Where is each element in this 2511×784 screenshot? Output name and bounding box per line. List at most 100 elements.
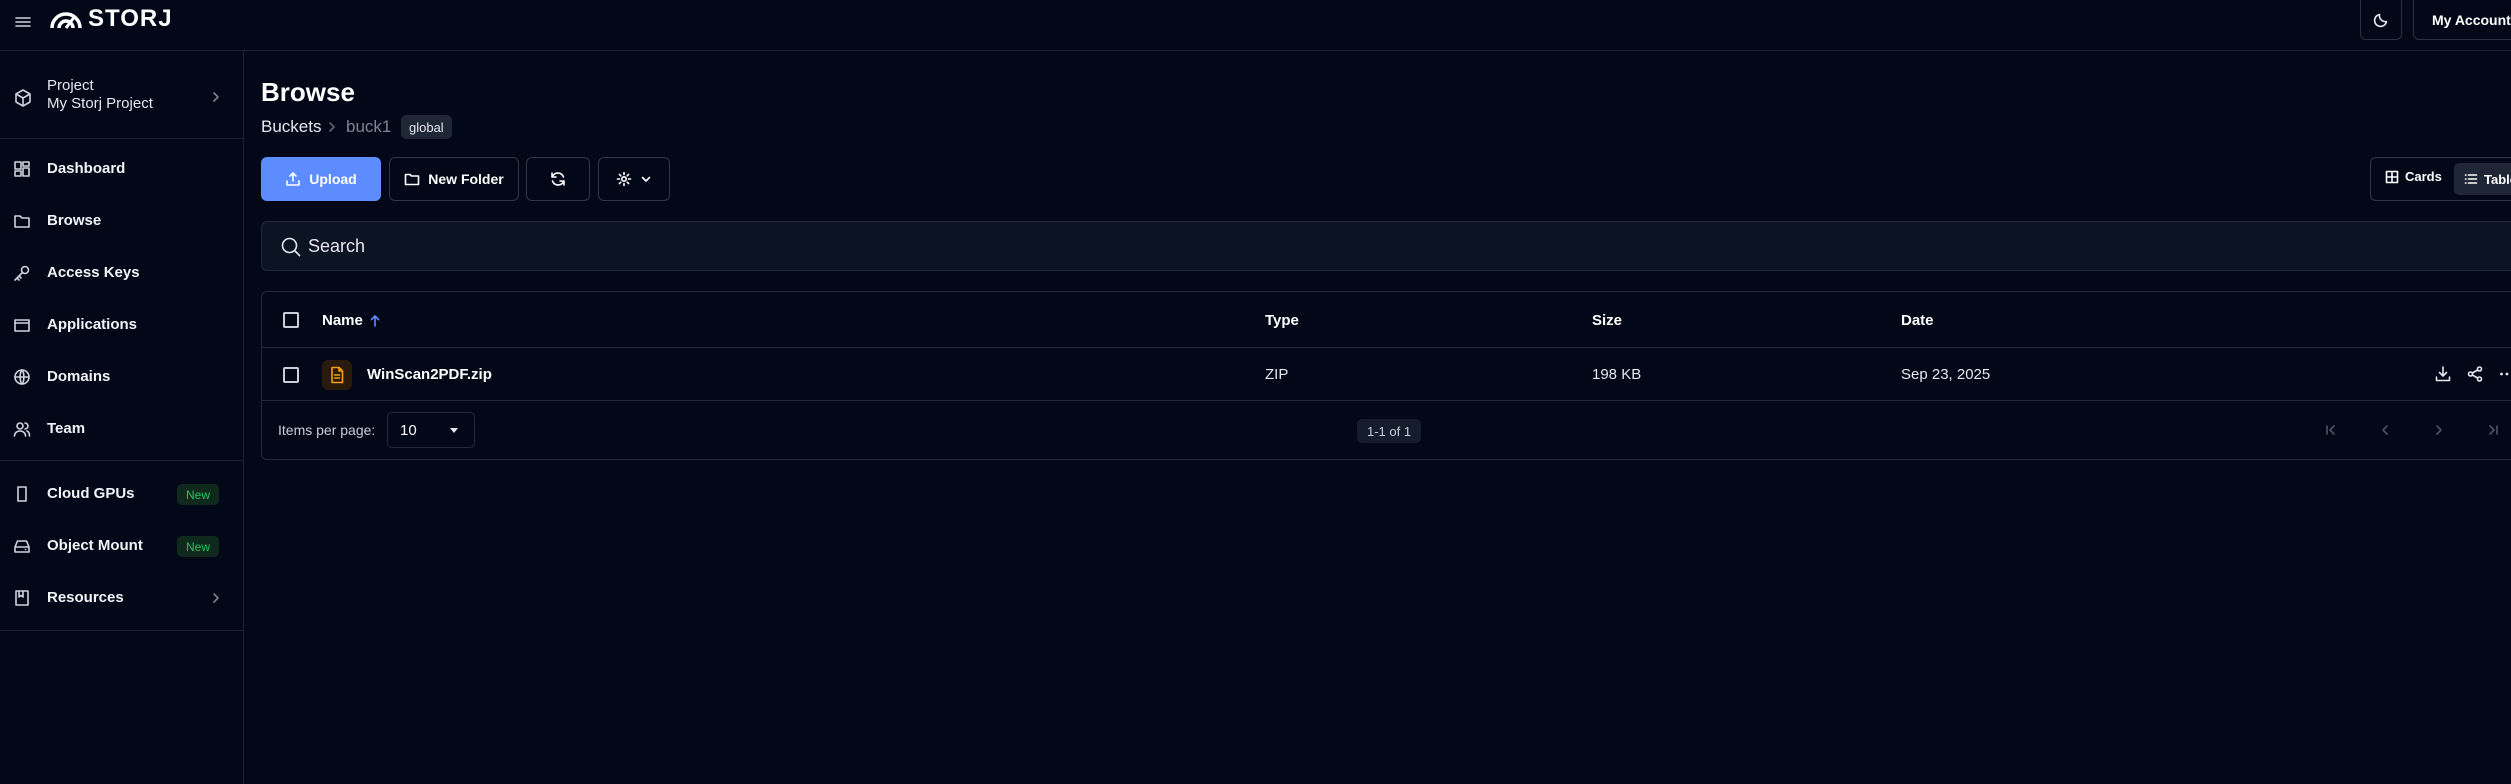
sidebar-item-label: Applications: [47, 316, 138, 333]
next-page-icon[interactable]: [2430, 421, 2448, 439]
storj-logo[interactable]: STORJ: [48, 4, 173, 34]
sidebar-item-domains[interactable]: Domains: [0, 357, 243, 397]
row-checkbox[interactable]: [283, 367, 299, 383]
project-name: My Storj Project: [47, 95, 153, 112]
sidebar-item-label: Cloud GPUs: [47, 485, 135, 502]
view-table-label: Table: [2484, 171, 2511, 187]
settings-dropdown-button[interactable]: [598, 157, 670, 201]
search-input[interactable]: [308, 232, 1108, 260]
previous-page-icon[interactable]: [2376, 421, 2394, 439]
sidebar-divider: [0, 630, 243, 631]
search-icon: [280, 236, 302, 258]
drive-icon: [13, 537, 31, 555]
breadcrumb-buckets[interactable]: Buckets: [261, 117, 321, 137]
logo-text: STORJ: [88, 5, 173, 32]
file-size: 198 KB: [1592, 366, 1642, 383]
column-header-type[interactable]: Type: [1265, 312, 1299, 329]
team-icon: [13, 420, 31, 438]
items-per-page-label: Items per page:: [278, 422, 376, 438]
last-page-icon[interactable]: [2484, 421, 2502, 439]
view-table-button[interactable]: Table: [2454, 163, 2511, 195]
gpu-icon: [13, 485, 31, 503]
refresh-icon: [551, 172, 565, 186]
chevron-down-icon: [641, 176, 651, 182]
search-bar: [261, 221, 2511, 271]
share-icon[interactable]: [2466, 365, 2484, 383]
list-icon: [2464, 174, 2478, 184]
first-page-icon[interactable]: [2322, 421, 2340, 439]
theme-toggle-button[interactable]: [2360, 0, 2402, 40]
pagination-range: 1-1 of 1: [1357, 419, 1422, 443]
select-all-checkbox[interactable]: [283, 312, 299, 328]
column-header-name[interactable]: Name: [322, 312, 381, 329]
column-header-date[interactable]: Date: [1901, 312, 1934, 329]
file-table: Name Type Size Date WinScan2PDF.zip ZIP …: [261, 291, 2511, 460]
sidebar-item-resources[interactable]: Resources: [0, 578, 243, 618]
region-badge: global: [401, 115, 452, 139]
sidebar-item-access-keys[interactable]: Access Keys: [0, 253, 243, 293]
sidebar-item-object-mount[interactable]: Object Mount New: [0, 526, 243, 566]
my-account-button[interactable]: My Account: [2413, 0, 2511, 40]
new-badge: New: [177, 484, 220, 505]
storj-logo-icon: [50, 12, 82, 29]
caret-down-icon: [448, 424, 460, 436]
table-row[interactable]: WinScan2PDF.zip ZIP 198 KB Sep 23, 2025: [262, 349, 2511, 401]
sidebar-item-dashboard[interactable]: Dashboard: [0, 149, 243, 189]
sidebar-item-team[interactable]: Team: [0, 409, 243, 449]
sort-ascending-icon: [370, 314, 380, 327]
key-icon: [13, 264, 31, 282]
file-name[interactable]: WinScan2PDF.zip: [367, 366, 492, 383]
table-footer: Items per page: 10 1-1 of 1: [262, 402, 2511, 460]
view-toggle: Cards Table: [2370, 157, 2511, 201]
folder-icon: [404, 173, 420, 186]
new-folder-button-label: New Folder: [428, 171, 504, 187]
project-selector[interactable]: Project My Storj Project: [0, 73, 243, 123]
sidebar-item-label: Domains: [47, 368, 111, 385]
sidebar-item-label: Browse: [47, 212, 102, 229]
sidebar-item-label: Access Keys: [47, 264, 140, 281]
sidebar-item-cloud-gpus[interactable]: Cloud GPUs New: [0, 474, 243, 514]
more-options-icon[interactable]: [2498, 365, 2511, 383]
sidebar-item-label: Dashboard: [47, 160, 126, 177]
grid-icon: [2385, 170, 2399, 183]
refresh-button[interactable]: [526, 157, 590, 201]
view-cards-label: Cards: [2405, 169, 2442, 184]
download-icon[interactable]: [2434, 365, 2452, 383]
chevron-right-icon: [210, 90, 222, 104]
sidebar-divider: [0, 460, 243, 461]
sidebar-item-label: Object Mount: [47, 537, 143, 554]
menu-icon[interactable]: [12, 11, 34, 33]
book-icon: [13, 589, 31, 607]
column-header-label: Name: [322, 312, 363, 329]
cube-icon: [13, 88, 33, 108]
new-folder-button[interactable]: New Folder: [389, 157, 519, 201]
new-badge: New: [177, 536, 220, 557]
column-header-size[interactable]: Size: [1592, 312, 1622, 329]
chevron-right-icon: [327, 121, 337, 133]
sidebar: Project My Storj Project Dashboard Brows…: [0, 51, 244, 784]
dashboard-icon: [13, 160, 31, 178]
file-date: Sep 23, 2025: [1901, 366, 1991, 383]
file-icon: [322, 360, 352, 390]
sidebar-item-browse[interactable]: Browse: [0, 201, 243, 241]
items-per-page-select[interactable]: 10: [387, 412, 475, 448]
folder-icon: [13, 212, 31, 230]
project-label: Project: [47, 77, 94, 94]
view-cards-button[interactable]: Cards: [2385, 169, 2442, 184]
page-title: Browse: [261, 77, 355, 107]
sidebar-divider: [0, 138, 243, 139]
sidebar-item-applications[interactable]: Applications: [0, 305, 243, 345]
upload-button[interactable]: Upload: [261, 157, 381, 201]
sidebar-item-label: Resources: [47, 589, 124, 606]
table-header: Name Type Size Date: [262, 292, 2511, 348]
file-type: ZIP: [1265, 366, 1289, 383]
upload-button-label: Upload: [309, 171, 357, 187]
top-bar: STORJ My Account: [0, 0, 2511, 51]
sidebar-item-label: Team: [47, 420, 86, 437]
breadcrumb-bucket[interactable]: buck1: [346, 117, 391, 137]
upload-icon: [286, 172, 301, 186]
chevron-right-icon: [210, 591, 222, 605]
moon-icon: [2373, 13, 2388, 27]
items-per-page-value: 10: [400, 422, 417, 439]
gear-icon: [616, 171, 632, 187]
